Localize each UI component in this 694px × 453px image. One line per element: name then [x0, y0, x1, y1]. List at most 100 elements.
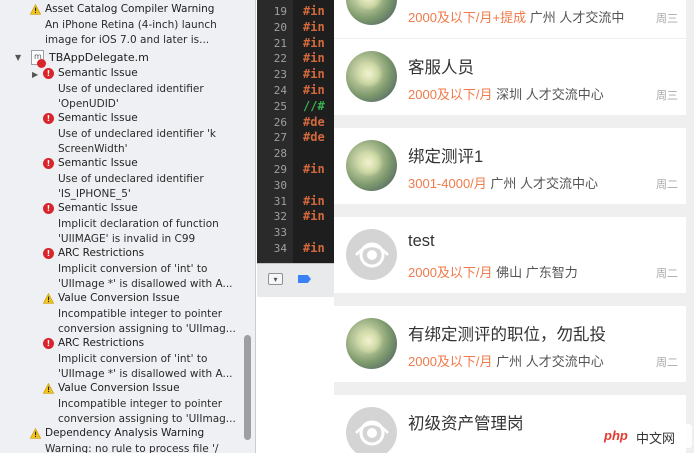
watermark-brand: php: [604, 428, 628, 443]
job-card[interactable]: test 2000及以下/月 佛山 广东智力 周二: [334, 217, 686, 293]
issue-description-line: Use of undeclared identifier: [58, 173, 204, 185]
line-number: 23: [273, 68, 287, 82]
issue-navigator: Asset Catalog Compiler Warning An iPhone…: [0, 0, 256, 453]
code-editor[interactable]: 19 20 21 22 23 24 25 26 27 28 29 30 31 32 33 34 #in #in #…: [257, 0, 334, 263]
job-location: 广州 人才交流中: [529, 10, 625, 25]
issue-description-line: ScreenWidth': [58, 143, 128, 155]
line-number: 33: [273, 226, 287, 240]
line-number: 19: [273, 5, 287, 18]
issue-description: Incompatible integer to pointer conversio…: [58, 397, 236, 427]
job-location: 佛山 广东智力: [496, 265, 578, 280]
job-info: 2000及以下/月+提成 广州 人才交流中: [408, 7, 624, 26]
job-card[interactable]: 绑定测评1 3001-4000/月 广州 人才交流中心 周二: [334, 128, 686, 204]
issue-description: Use of undeclared identifier 'k ScreenWid…: [58, 127, 216, 157]
file-name: TBAppDelegate.m: [49, 51, 149, 64]
line-number: 31: [273, 194, 287, 208]
line-number: 30: [273, 178, 287, 192]
issue-description-line: 'IS_IPHONE_5': [58, 188, 131, 200]
issue-description: An iPhone Retina (4-inch) launch image f…: [45, 18, 217, 48]
issue-scrollbar[interactable]: [244, 335, 251, 440]
issue-description-line: Use of undeclared identifier: [58, 83, 204, 95]
error-icon: !: [43, 68, 54, 79]
issue-title: Dependency Analysis Warning: [45, 427, 205, 439]
job-date: 周二: [656, 357, 678, 369]
error-badge-icon: [37, 59, 46, 68]
issue-description-line: 'OpenUDID': [58, 98, 119, 110]
job-card[interactable]: 客服人员 2000及以下/月 深圳 人才交流中心 周三: [334, 39, 686, 115]
warning-icon: [30, 428, 41, 439]
company-logo-icon: [346, 229, 397, 280]
job-title: 有绑定测评的职位，勿乱投: [408, 326, 606, 344]
job-title: 初级资产管理岗: [408, 415, 524, 433]
issue-title: Value Conversion Issue: [58, 382, 180, 394]
issue-description-line: image for iOS 7.0 and later is...: [45, 34, 210, 46]
issue-description-line: 'UIImage *' is disallowed with A...: [58, 368, 233, 380]
job-card[interactable]: 2000及以下/月+提成 广州 人才交流中 周三: [334, 0, 686, 38]
warning-icon: [30, 4, 41, 15]
disclosure-right-icon[interactable]: ▶: [32, 70, 38, 79]
warning-icon: [43, 293, 54, 304]
code-line: #de: [303, 130, 325, 145]
job-location: 广州 人才交流中心: [496, 354, 604, 369]
watermark: php 中文网: [600, 424, 692, 448]
code-line: #in: [303, 67, 325, 82]
issue-title: Value Conversion Issue: [58, 292, 180, 304]
issue-description: Implicit declaration of function 'UIIMAGE…: [58, 217, 219, 247]
job-date: 周二: [656, 268, 678, 280]
job-location: 广州 人才交流中心: [490, 176, 599, 191]
issue-description-line: An iPhone Retina (4-inch) launch: [45, 19, 217, 31]
line-number: 25: [273, 99, 287, 113]
code-line: #in: [303, 193, 325, 208]
issue-title: ARC Restrictions: [58, 247, 145, 259]
issue-description-line: 'UIIMAGE' is invalid in C99: [58, 233, 196, 245]
code-line: #in: [303, 241, 325, 255]
job-salary: 3001-4000/月: [408, 176, 487, 191]
error-icon: !: [43, 158, 54, 169]
job-date: 周三: [656, 13, 678, 25]
issue-description-line: Use of undeclared identifier 'k: [58, 128, 216, 140]
watermark-text: 中文网: [636, 431, 676, 446]
code-line: //#: [303, 98, 325, 113]
job-salary: 2000及以下/月: [408, 265, 493, 280]
code-line: #in: [303, 51, 325, 66]
code-line: #de: [303, 114, 325, 129]
job-card[interactable]: 有绑定测评的职位，勿乱投 2000及以下/月 广州 人才交流中心 周二: [334, 306, 686, 382]
issue-description: Incompatible integer to pointer conversio…: [58, 307, 236, 337]
line-number: 24: [273, 84, 287, 97]
code-line: #in: [303, 162, 325, 176]
job-info: 2000及以下/月 深圳 人才交流中心: [408, 84, 604, 103]
job-info: 2000及以下/月 广州 人才交流中心: [408, 351, 604, 370]
line-number: 29: [273, 163, 287, 176]
code-line: #in: [303, 209, 325, 224]
error-icon: !: [43, 248, 54, 259]
job-title: 客服人员: [408, 59, 474, 77]
error-icon: !: [43, 113, 54, 124]
line-number: 34: [273, 242, 287, 255]
issue-description: Implicit conversion of 'int' to 'UIImage …: [58, 262, 233, 292]
warning-icon: [43, 383, 54, 394]
issue-description: Implicit conversion of 'int' to 'UIImage …: [58, 352, 233, 382]
disclosure-down-icon[interactable]: ▼: [15, 53, 21, 62]
issue-description-line: conversion assigning to 'UIImag...: [58, 413, 236, 425]
hide-debug-area-button[interactable]: ▾: [268, 273, 283, 285]
line-number: 21: [273, 36, 287, 50]
issue-title: ARC Restrictions: [58, 337, 145, 349]
issue-description-line: Implicit conversion of 'int' to: [58, 353, 208, 365]
job-salary: 2000及以下/月: [408, 87, 493, 102]
simulator-job-list[interactable]: 2000及以下/月+提成 广州 人才交流中 周三客服人员 2000及以下/月 深圳 …: [334, 0, 694, 453]
issue-description: Use of undeclared identifier 'IS_IPHONE_5…: [58, 172, 204, 202]
job-location: 深圳 人才交流中心: [496, 87, 604, 102]
line-number: 28: [273, 147, 287, 161]
job-info: 2000及以下/月 佛山 广东智力: [408, 262, 578, 281]
error-icon: !: [43, 203, 54, 214]
breakpoint-toggle-icon[interactable]: [298, 275, 311, 283]
line-number: 32: [273, 210, 287, 224]
company-logo-icon: [346, 140, 397, 191]
issue-description-line: 'UIImage *' is disallowed with A...: [58, 278, 233, 290]
code-line: #in: [303, 19, 325, 34]
issue-description: Use of undeclared identifier 'OpenUDID': [58, 82, 204, 112]
issue-title: Semantic Issue: [58, 202, 138, 214]
job-title: 绑定测评1: [408, 148, 484, 166]
company-logo-icon: [346, 0, 397, 25]
issue-description-line: Incompatible integer to pointer: [58, 398, 223, 410]
